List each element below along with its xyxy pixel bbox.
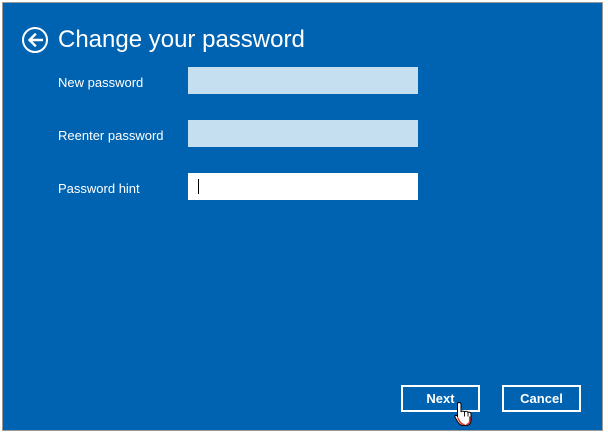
reenter-password-field[interactable]: [188, 120, 418, 147]
reenter-password-label: Reenter password: [58, 128, 164, 143]
page-header: Change your password: [22, 25, 305, 55]
hand-cursor-icon: [454, 401, 472, 426]
page-title: Change your password: [58, 26, 305, 53]
back-button[interactable]: [22, 27, 48, 53]
text-caret: [198, 179, 199, 194]
password-hint-label: Password hint: [58, 181, 140, 196]
change-password-window: Change your password New password Reente…: [2, 2, 603, 431]
cancel-button[interactable]: Cancel: [502, 385, 581, 412]
back-arrow-icon: [27, 33, 43, 47]
password-hint-field[interactable]: [188, 173, 418, 200]
new-password-field[interactable]: [188, 67, 418, 94]
new-password-label: New password: [58, 75, 144, 90]
